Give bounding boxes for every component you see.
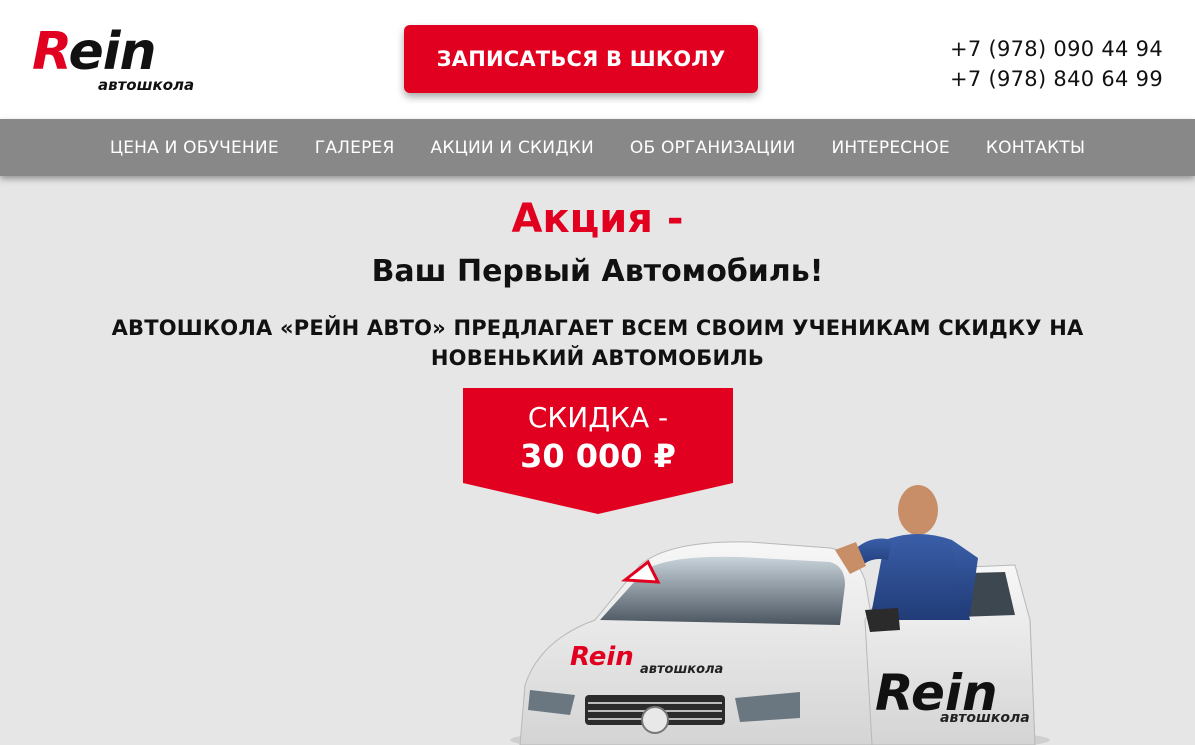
main-nav: ЦЕНА И ОБУЧЕНИЕ ГАЛЕРЕЯ АКЦИИ И СКИДКИ О… — [0, 119, 1195, 176]
nav-item-promotions[interactable]: АКЦИИ И СКИДКИ — [431, 138, 594, 158]
nav-item-price[interactable]: ЦЕНА И ОБУЧЕНИЕ — [110, 138, 279, 158]
logo[interactable]: Rein автошкола — [32, 22, 217, 96]
nav-item-gallery[interactable]: ГАЛЕРЕЯ — [315, 138, 395, 158]
car-hood-logo: Rein — [570, 642, 634, 672]
site-header: Rein автошкола ЗАПИСАТЬСЯ В ШКОЛУ +7 (97… — [0, 0, 1195, 119]
signup-button[interactable]: ЗАПИСАТЬСЯ В ШКОЛУ — [404, 25, 758, 93]
nav-item-interesting[interactable]: ИНТЕРЕСНОЕ — [831, 138, 949, 158]
nav-item-about[interactable]: ОБ ОРГАНИЗАЦИИ — [630, 138, 796, 158]
car-door-logo-subtitle: автошкола — [940, 710, 1030, 726]
car-with-instructor-image: Rein автошкола Rein автошкола — [510, 485, 1050, 745]
logo-subtitle: автошкола — [98, 76, 195, 94]
logo-wordmark: Rein — [32, 22, 157, 82]
discount-label: СКИДКА - — [527, 401, 669, 434]
nav-item-contacts[interactable]: КОНТАКТЫ — [986, 138, 1085, 158]
phone-number-1[interactable]: +7 (978) 090 44 94 — [950, 34, 1163, 64]
car-emblem-icon — [641, 706, 669, 734]
phone-list: +7 (978) 090 44 94 +7 (978) 840 64 99 — [950, 34, 1163, 94]
phone-number-2[interactable]: +7 (978) 840 64 99 — [950, 64, 1163, 94]
promo-subtitle: Ваш Первый Автомобиль! — [371, 254, 824, 289]
promo-description: АВТОШКОЛА «РЕЙН АВТО» ПРЕДЛАГАЕТ ВСЕМ СВ… — [111, 316, 1084, 370]
promo-title: Акция - — [511, 196, 684, 242]
car-hood-logo-subtitle: автошкола — [640, 662, 723, 677]
hero-photo: Rein автошкола Rein автошкола — [500, 470, 1060, 745]
